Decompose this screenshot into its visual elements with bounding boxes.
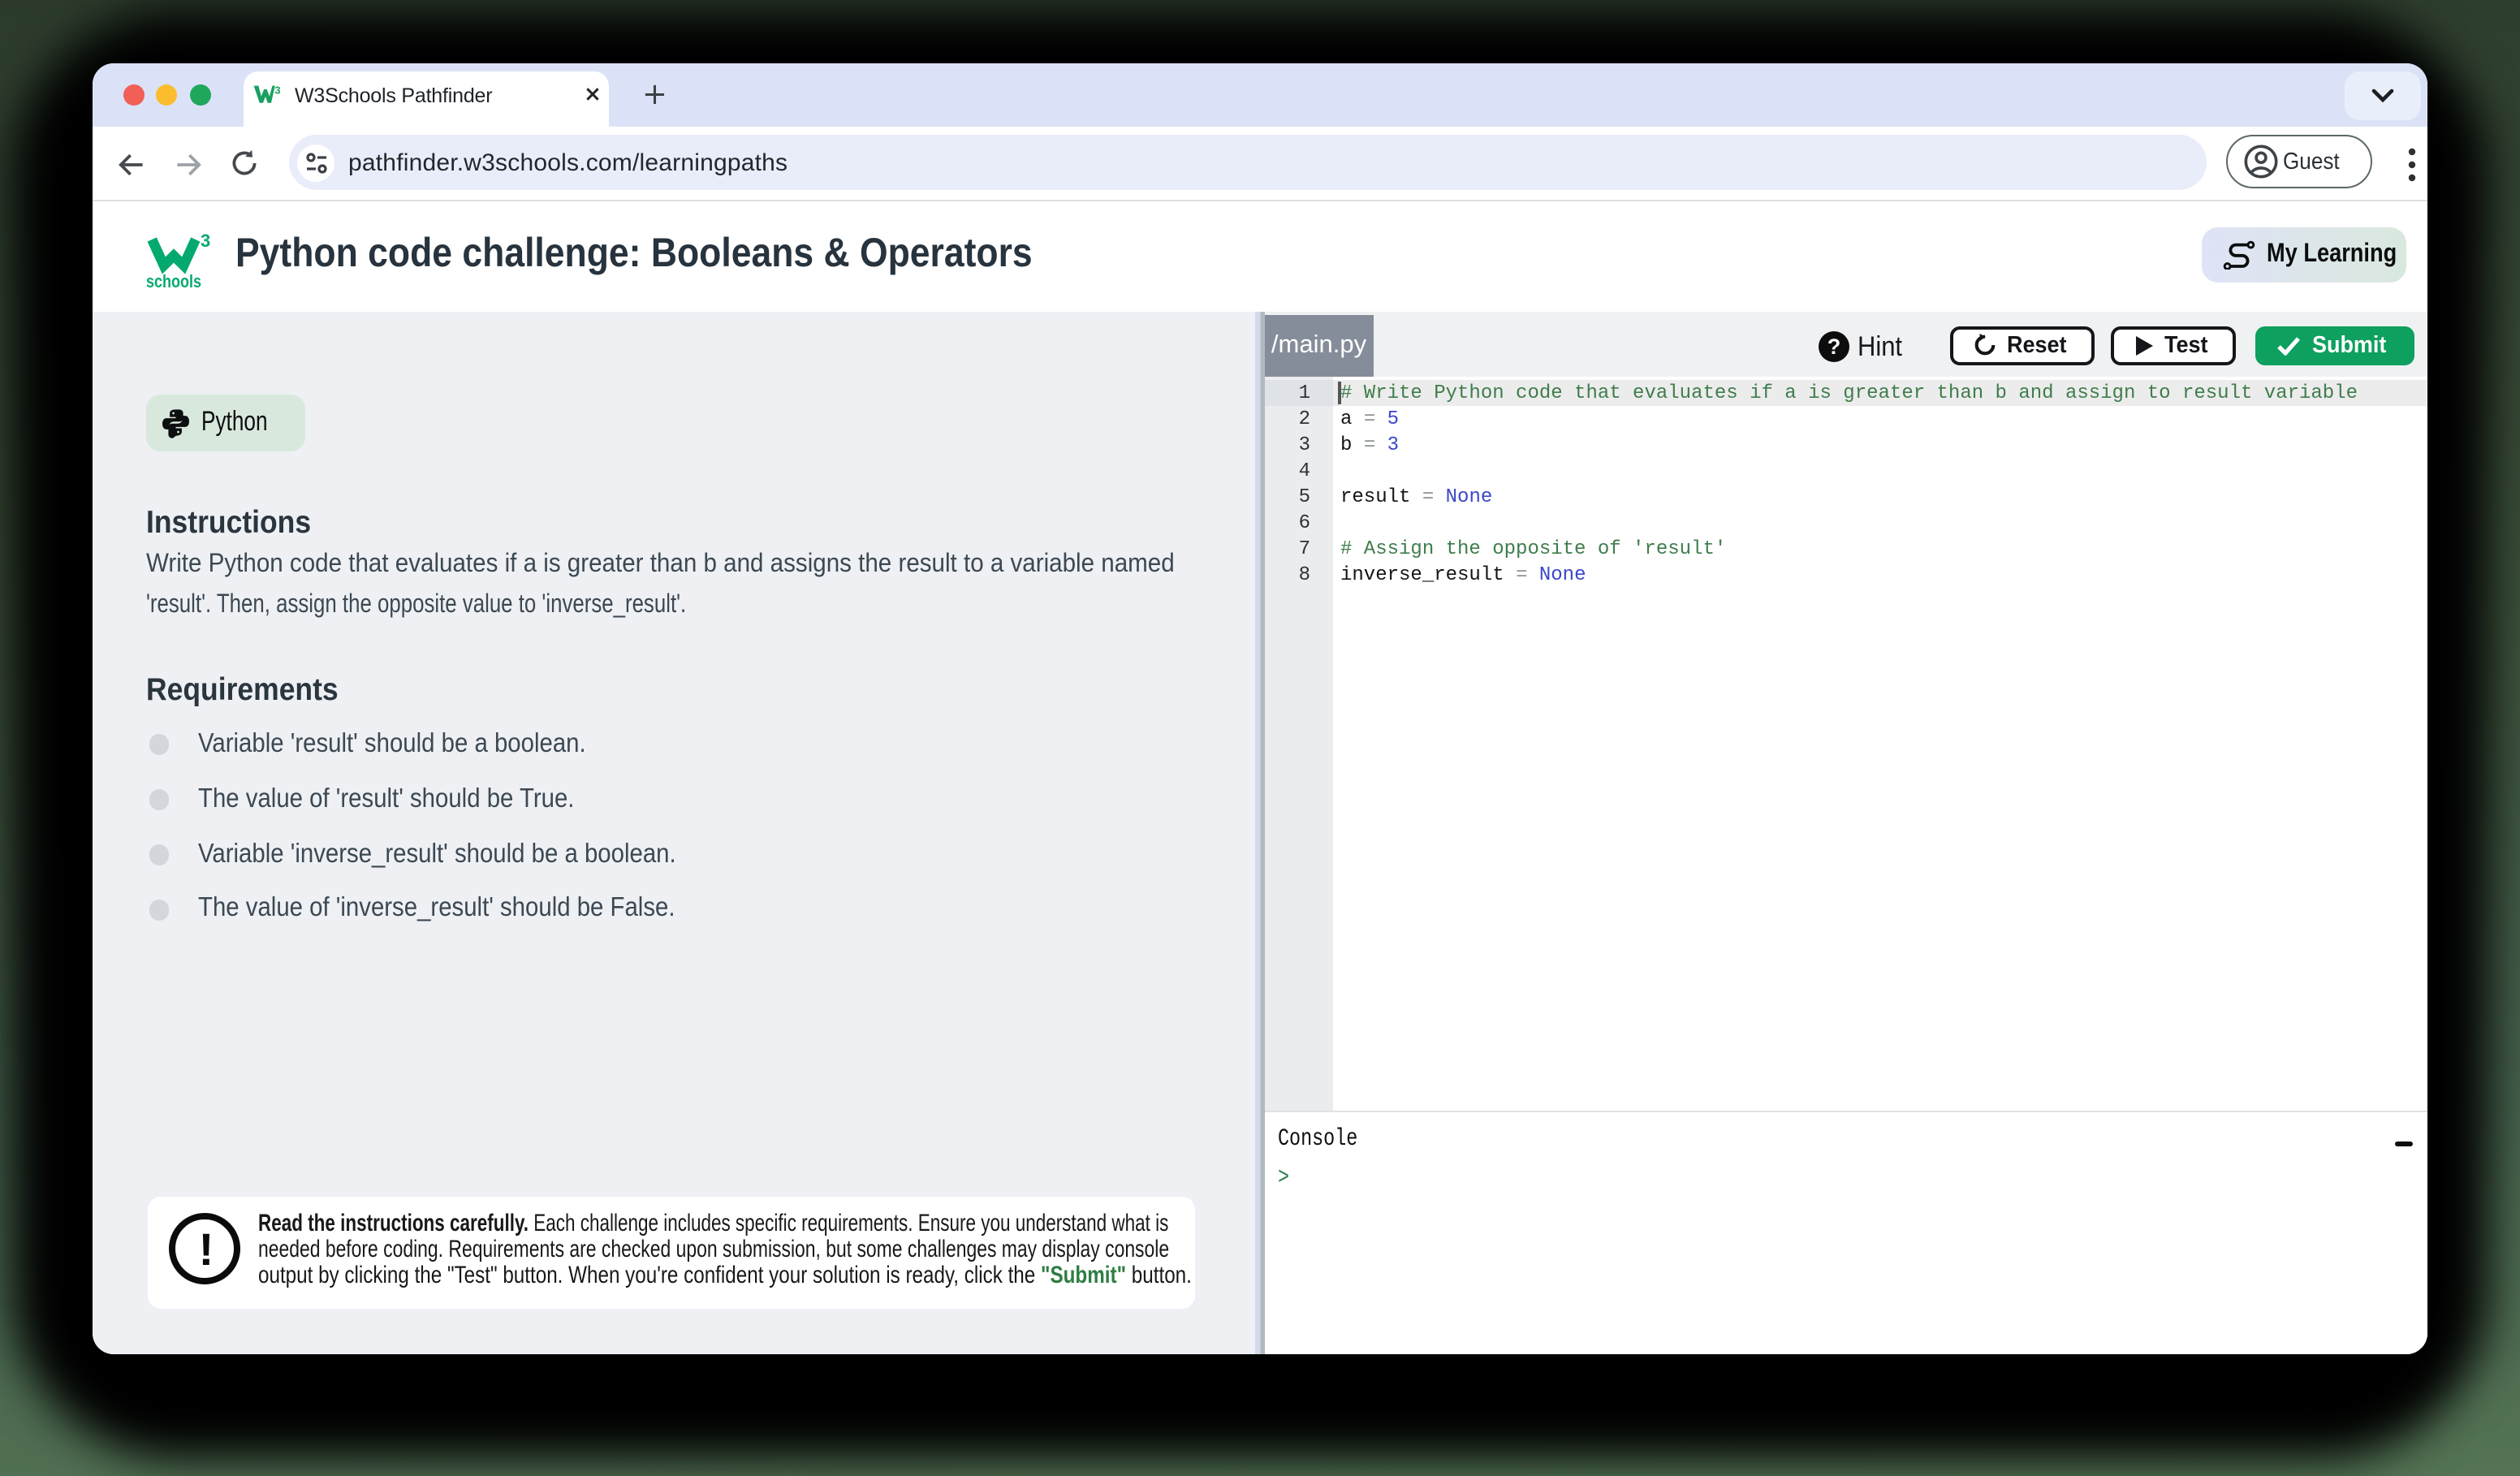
svg-text:schools: schools bbox=[146, 270, 201, 290]
svg-text:3: 3 bbox=[274, 84, 280, 97]
svg-text:3: 3 bbox=[201, 233, 210, 250]
